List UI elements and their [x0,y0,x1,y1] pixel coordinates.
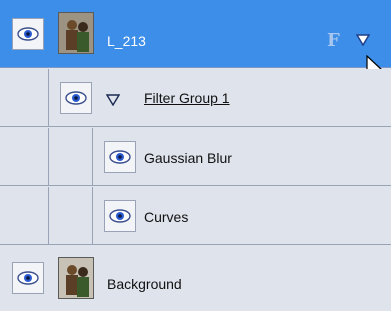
eye-icon [17,27,39,41]
group-disclosure-toggle[interactable] [105,93,121,111]
layer-name: L_213 [107,33,146,49]
eye-icon [109,150,131,164]
layer-name: Background [107,276,182,292]
visibility-toggle[interactable] [60,82,92,114]
indent-guide [48,69,49,127]
eye-icon [65,91,87,105]
filter-row-curves[interactable]: Curves [0,187,391,245]
layer-row-background[interactable]: Background [0,246,391,311]
layer-thumbnail [58,12,94,54]
visibility-toggle[interactable] [12,262,44,294]
indent-guide [92,187,93,245]
group-name: Filter Group 1 [144,90,230,106]
layers-panel: L_213 F Filter Group 1 Gaussian Blur Cur… [0,0,391,311]
filter-name: Curves [144,209,189,225]
indent-guide [48,187,49,245]
indent-guide [48,128,49,186]
eye-icon [109,209,131,223]
indent-guide [92,128,93,186]
visibility-toggle[interactable] [104,200,136,232]
triangle-down-icon [355,34,371,47]
filter-row-gaussian-blur[interactable]: Gaussian Blur [0,128,391,186]
visibility-toggle[interactable] [104,141,136,173]
filter-name: Gaussian Blur [144,150,232,166]
layer-row-l213[interactable]: L_213 F [0,0,391,82]
eye-icon [17,271,39,285]
layer-menu-button[interactable] [355,33,371,51]
filter-badge[interactable]: F [327,30,340,51]
filter-group-row[interactable]: Filter Group 1 [0,69,391,127]
visibility-toggle[interactable] [12,18,44,50]
triangle-down-icon [105,94,121,107]
layer-thumbnail [58,257,94,299]
